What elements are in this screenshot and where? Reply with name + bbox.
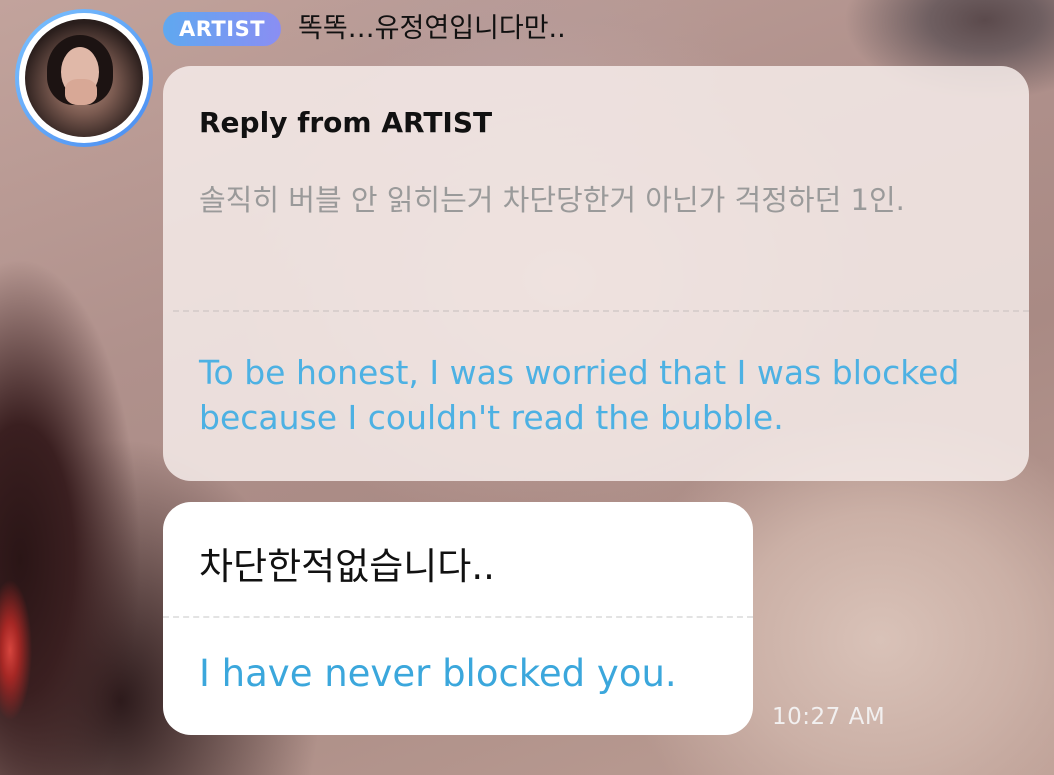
reply-divider: [173, 310, 1029, 312]
message-text: 차단한적없습니다..: [199, 545, 495, 588]
avatar-hands-shape: [65, 79, 97, 105]
sender-name: 똑똑…유정연입니다만..: [298, 13, 566, 44]
artist-avatar[interactable]: [15, 9, 153, 147]
message-divider: [163, 616, 753, 618]
reply-bubble[interactable]: Reply from ARTIST 솔직히 버블 안 읽히는거 차단당한거 아닌…: [163, 66, 1029, 481]
reply-translation: To be honest, I was worried that I was b…: [199, 353, 960, 437]
avatar-ring: [19, 13, 149, 143]
message-translation: I have never blocked you.: [199, 652, 677, 695]
reply-header: Reply from ARTIST: [199, 106, 493, 139]
avatar-photo: [25, 19, 143, 137]
background-red-glow: [0, 580, 40, 720]
reply-quoted-text: 솔직히 버블 안 읽히는거 차단당한거 아닌가 걱정하던 1인.: [199, 183, 905, 217]
message-bubble[interactable]: 차단한적없습니다.. I have never blocked you.: [163, 502, 753, 735]
artist-badge: ARTIST: [163, 12, 281, 46]
message-timestamp: 10:27 AM: [772, 704, 886, 730]
